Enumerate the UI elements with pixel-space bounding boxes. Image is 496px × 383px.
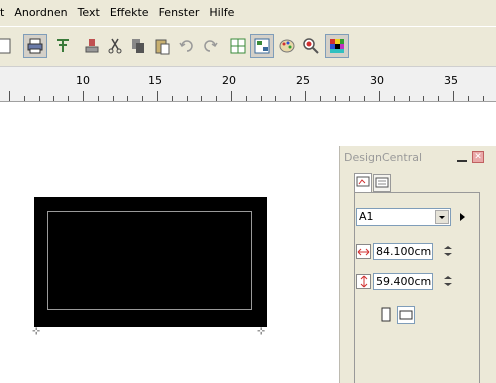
ruler-label: 20 (222, 74, 236, 87)
ruler-tick (171, 96, 173, 101)
resize-handle-icon[interactable]: ⊹ (257, 326, 265, 337)
ruler-tick (423, 96, 425, 101)
page-margin-guide (47, 211, 252, 310)
ruler-tick (245, 96, 247, 101)
page-icon[interactable] (0, 34, 16, 58)
ruler-tick (453, 91, 454, 101)
height-icon (356, 274, 371, 289)
chevron-down-icon[interactable] (435, 210, 449, 224)
toolbar (0, 26, 496, 67)
ruler-label: 30 (370, 74, 384, 87)
ruler-label: 25 (296, 74, 310, 87)
ruler-tick (38, 96, 40, 101)
ruler-label: 10 (76, 74, 90, 87)
page-format-value: A1 (359, 210, 374, 223)
print-icon[interactable] (23, 34, 47, 58)
ruler-tick (305, 91, 306, 101)
cut-icon[interactable] (103, 34, 127, 58)
menu-item-partial[interactable]: t (0, 0, 9, 26)
color-grid-icon[interactable] (325, 34, 349, 58)
document-page[interactable] (34, 197, 267, 327)
ruler-tick (83, 91, 84, 101)
ruler-tick (112, 96, 114, 101)
width-value: 84.100cm (376, 245, 432, 258)
ruler-tick (68, 96, 70, 101)
ruler-tick (364, 96, 366, 101)
ruler-tick (231, 91, 232, 101)
ruler-tick (438, 96, 440, 101)
ruler-tick (53, 96, 55, 101)
ruler-tick (216, 96, 218, 101)
close-icon[interactable]: ✕ (472, 151, 484, 163)
minimize-icon[interactable] (456, 151, 468, 163)
ruler-tick (290, 96, 292, 101)
menu-effekte[interactable]: Effekte (105, 0, 154, 26)
ruler-tick (260, 96, 262, 101)
ruler-tick (379, 91, 380, 101)
ruler-tick (349, 96, 351, 101)
resize-handle-icon[interactable]: ⊹ (32, 326, 40, 337)
ruler-tick (393, 96, 395, 101)
ruler-tick (23, 96, 25, 101)
tab-layout[interactable] (373, 174, 391, 192)
menu-hilfe[interactable]: Hilfe (204, 0, 239, 26)
ruler-tick (142, 96, 144, 101)
height-value: 59.400cm (376, 275, 432, 288)
ruler-tick (201, 96, 203, 101)
ruler-tick (408, 96, 410, 101)
stamp-icon[interactable] (80, 34, 104, 58)
ruler-tick (9, 91, 10, 101)
height-field[interactable]: 59.400cm (373, 273, 433, 290)
designcentral-panel: DesignCentral ✕ A1 84.100cm 59.400cm (339, 146, 496, 383)
ruler-tick (275, 96, 277, 101)
zoom-icon[interactable] (299, 34, 323, 58)
layout-alt-icon[interactable] (250, 34, 274, 58)
panel-title: DesignCentral (344, 151, 423, 164)
paste-icon[interactable] (150, 34, 174, 58)
ruler-tick (97, 96, 99, 101)
palette-icon[interactable] (275, 34, 299, 58)
drawing-canvas[interactable]: ⊹ ⊹ (0, 102, 330, 383)
page-format-select[interactable]: A1 (356, 208, 451, 226)
ruler-tick (482, 96, 484, 101)
horizontal-ruler[interactable]: 10 15 20 25 30 35 (0, 66, 496, 102)
ruler-tick (186, 96, 188, 101)
layout-icon[interactable] (226, 34, 250, 58)
width-stepper[interactable] (440, 243, 456, 259)
ruler-label: 35 (444, 74, 458, 87)
undo-icon[interactable] (175, 34, 199, 58)
redo-icon[interactable] (198, 34, 222, 58)
next-format-button[interactable] (455, 208, 470, 226)
ruler-tick (127, 96, 129, 101)
menu-bar: t Anordnen Text Effekte Fenster Hilfe (0, 0, 496, 26)
menu-text[interactable]: Text (73, 0, 105, 26)
ruler-tick (319, 96, 321, 101)
ruler-label: 15 (148, 74, 162, 87)
print-setup-icon[interactable] (51, 34, 75, 58)
ruler-tick (157, 91, 158, 101)
height-stepper[interactable] (440, 273, 456, 289)
ruler-tick (467, 96, 469, 101)
copy-icon[interactable] (126, 34, 150, 58)
ruler-tick (334, 96, 336, 101)
menu-anordnen[interactable]: Anordnen (9, 0, 72, 26)
portrait-orientation-button[interactable] (377, 306, 395, 324)
menu-fenster[interactable]: Fenster (154, 0, 205, 26)
landscape-orientation-button[interactable] (397, 306, 415, 324)
tab-page-setup[interactable] (354, 173, 372, 193)
width-field[interactable]: 84.100cm (373, 243, 433, 260)
width-icon (356, 244, 371, 259)
